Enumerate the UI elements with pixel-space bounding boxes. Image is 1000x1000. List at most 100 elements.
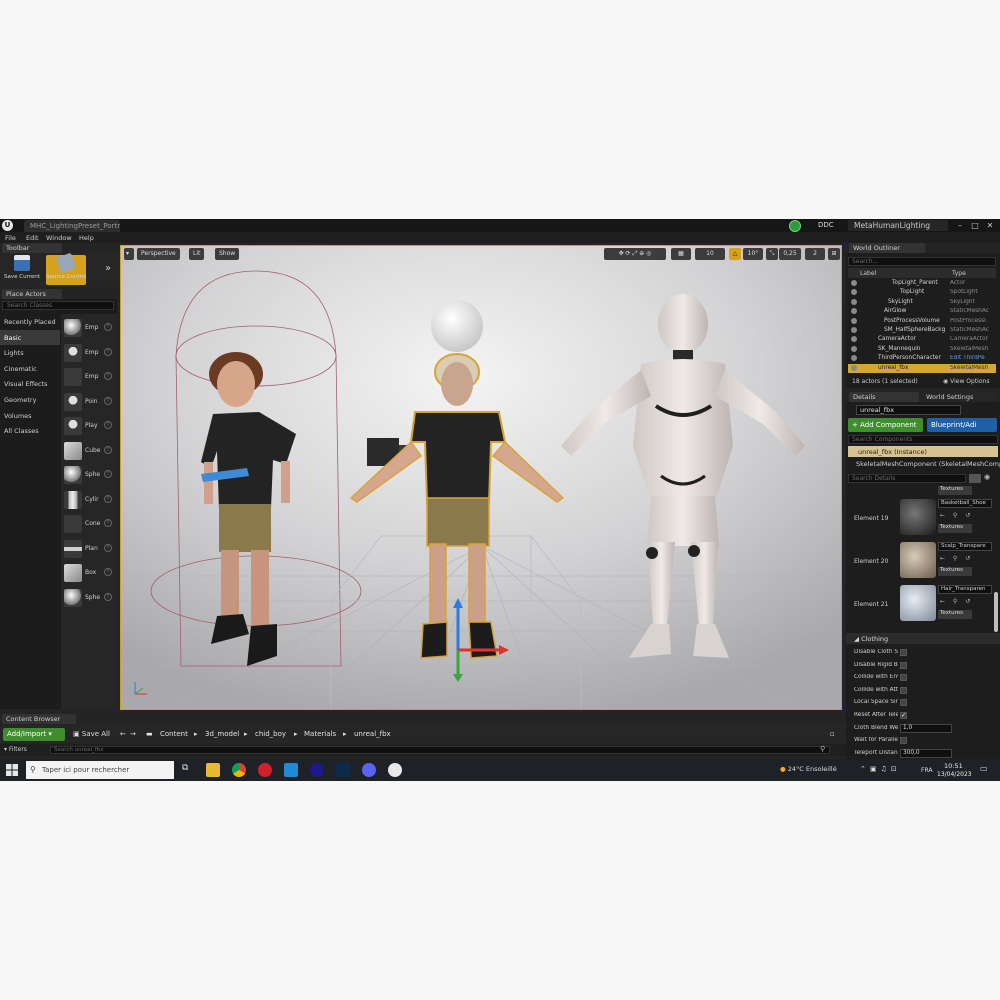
clothing-checkbox[interactable] [900, 686, 907, 694]
history-forward-icon[interactable]: → [130, 730, 136, 738]
task-view-icon[interactable]: ⧉ [182, 763, 196, 777]
textures-dropdown[interactable]: Textures [938, 567, 972, 576]
view-options-button[interactable]: ◉ View Options [943, 378, 989, 385]
outliner-row[interactable]: PostProcessVolume PostProcessI [848, 317, 996, 326]
level-tab[interactable]: MHC_LightingPreset_Portra [24, 220, 120, 232]
world-outliner-tab[interactable]: World Outliner [849, 243, 925, 253]
component-instance-row[interactable]: unreal_fbx (Instance) [848, 446, 998, 457]
help-icon[interactable]: ? [104, 494, 112, 503]
place-actors-tab[interactable]: Place Actors [2, 289, 62, 299]
save-all-button[interactable]: ▣ Save All [71, 728, 112, 740]
actor-name-field[interactable]: unreal_fbx [856, 405, 961, 415]
visibility-eye-icon[interactable] [851, 327, 857, 333]
textures-dropdown[interactable]: Textures [938, 524, 972, 533]
outliner-row[interactable]: AirGlow StaticMeshAc [848, 307, 996, 316]
help-icon[interactable]: ? [104, 323, 112, 331]
history-back-icon[interactable]: ← [120, 730, 126, 738]
details-scrollbar[interactable] [994, 592, 998, 632]
visibility-eye-icon[interactable] [851, 317, 857, 324]
category-volumes[interactable]: Volumes [0, 408, 60, 424]
toolbar-expand-icon[interactable]: » [105, 263, 111, 274]
save-current-button[interactable]: Save Current [2, 255, 42, 285]
place-actor-item[interactable]: Cylir? [61, 490, 117, 512]
clothing-checkbox[interactable]: ✓ [900, 712, 907, 719]
material-name-dropdown[interactable]: Hair_Transparen [938, 585, 992, 594]
material-thumbnail[interactable] [900, 499, 936, 535]
language-indicator[interactable]: FRA [921, 767, 932, 774]
help-icon[interactable]: ? [104, 568, 112, 576]
category-recently-placed[interactable]: Recently Placed [0, 314, 60, 330]
blueprint-button[interactable]: Blueprint/Adi [927, 418, 997, 432]
outliner-row[interactable]: ThirdPersonCharacter Edit ThirdPe [848, 354, 996, 363]
clothing-checkbox[interactable] [900, 649, 907, 656]
maximize-viewport-icon[interactable]: ⊞ [828, 248, 840, 260]
details-tab[interactable]: Details [849, 392, 919, 402]
help-icon[interactable]: ? [104, 445, 112, 454]
clothing-section-header[interactable]: ◢ Clothing [846, 633, 1000, 644]
skeletal-mesh-component-row[interactable]: SkeletalMeshComponent (SkeletalMeshCompo [856, 460, 1000, 468]
lit-button[interactable]: Lit [189, 248, 205, 260]
menu-edit[interactable]: Edit [26, 234, 39, 242]
material-thumbnail[interactable] [900, 585, 936, 621]
breadcrumb-content[interactable]: Content [160, 730, 188, 738]
visibility-eye-icon[interactable] [851, 345, 857, 352]
material-action-icons[interactable]: ← ⚲ ↺ [940, 598, 973, 605]
breadcrumb-unreal-fbx[interactable]: unreal_fbx [354, 730, 391, 738]
clothing-value-field[interactable]: 300,0 [900, 748, 952, 758]
textures-dropdown[interactable]: Textures [938, 610, 972, 619]
file-explorer-icon[interactable] [206, 763, 220, 777]
category-cinematic[interactable]: Cinematic [0, 361, 60, 377]
scale-snap-value[interactable]: 0,25 [779, 248, 801, 260]
camera-speed-button[interactable]: 2 [805, 248, 825, 260]
outliner-row[interactable]: SkyLight SkyLight [848, 298, 996, 307]
scale-snap-icon[interactable]: ⤡ [766, 248, 778, 260]
material-name-dropdown[interactable]: Scalp_Transpare [938, 542, 992, 551]
filters-button[interactable]: ▾ Filters [4, 746, 27, 753]
surface-snap-icon[interactable]: ▦ [671, 248, 691, 260]
visibility-eye-icon[interactable] [851, 280, 857, 286]
outliner-search-input[interactable]: Search... [848, 257, 996, 266]
clothing-checkbox[interactable] [900, 674, 907, 682]
grid-snap-value[interactable]: 10 [695, 248, 725, 260]
place-actor-item[interactable]: Emp? [61, 367, 117, 389]
cortana-icon[interactable] [310, 763, 324, 777]
place-actor-item[interactable]: Emp? [61, 318, 117, 340]
chrome-icon[interactable] [232, 763, 246, 777]
material-thumbnail[interactable] [900, 542, 936, 578]
place-actor-item[interactable]: Play? [61, 416, 117, 438]
textures-dropdown[interactable]: Textures [938, 486, 972, 495]
place-actor-item[interactable]: Cube? [61, 441, 117, 463]
search-icon[interactable]: ⚲ [820, 745, 825, 753]
search-details-input[interactable]: Search Details [848, 474, 966, 483]
maximize-icon[interactable]: □ [969, 220, 981, 231]
help-icon[interactable]: ? [104, 470, 112, 478]
photoshop-icon[interactable] [336, 763, 350, 777]
ddc-indicator[interactable]: DDC [818, 221, 834, 229]
close-icon[interactable]: ✕ [984, 220, 996, 231]
help-icon[interactable]: ? [104, 421, 112, 429]
clock-date[interactable]: 13/04/2023 [937, 771, 972, 778]
content-search-input[interactable]: Search unreal_fbx [50, 746, 830, 754]
help-icon[interactable]: ? [104, 347, 112, 356]
taskbar-search-input[interactable]: ⚲ Taper ici pour rechercher [26, 761, 174, 779]
source-control-button[interactable]: Source Control [46, 252, 87, 285]
notification-icon[interactable]: ▭ [980, 764, 988, 773]
category-geometry[interactable]: Geometry [0, 392, 60, 408]
content-browser-tab[interactable]: Content Browser [2, 714, 76, 724]
material-action-icons[interactable]: ← ⚲ ↺ [940, 555, 973, 562]
eye-icon[interactable]: ◉ [984, 473, 990, 481]
category-lights[interactable]: Lights [0, 345, 60, 361]
viewport-scene[interactable] [121, 246, 842, 710]
perspective-button[interactable]: Perspective [137, 248, 180, 260]
weather-widget[interactable]: ● 24°C Ensoleillé [780, 765, 837, 773]
unreal-engine-taskbar-icon[interactable] [388, 763, 402, 777]
help-icon[interactable]: ? [104, 396, 112, 405]
visibility-eye-icon[interactable] [851, 364, 857, 371]
opera-icon[interactable] [258, 763, 272, 777]
transform-tools[interactable]: ✥ ⟳ ⤢ ⊕ ◎ [604, 248, 666, 260]
rotation-snap-value[interactable]: 10° [743, 248, 763, 260]
windows-start-icon[interactable] [6, 764, 18, 776]
search-components-input[interactable]: Search Components [848, 435, 998, 444]
world-settings-tab[interactable]: World Settings [922, 392, 998, 402]
property-matrix-icon[interactable] [969, 474, 981, 483]
